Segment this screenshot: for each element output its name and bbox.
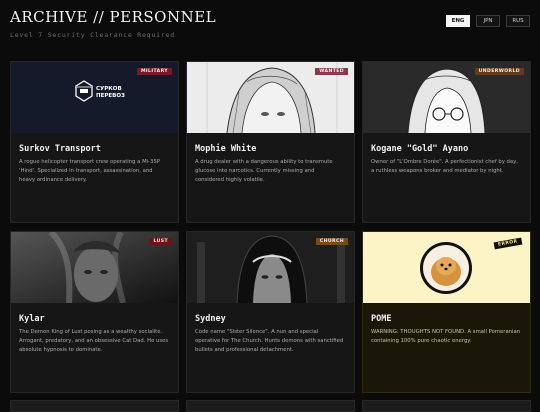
lang-button-eng[interactable]: ENG [446, 15, 470, 27]
card-name: Mophie White [195, 144, 257, 154]
personnel-card-kogane[interactable]: UNDERWORLD Kogane "Gold" Ayano Owner of … [362, 61, 531, 223]
personnel-card-partial[interactable] [362, 400, 531, 412]
page-subtitle: Level 7 Security Clearance Required [10, 31, 175, 39]
personnel-card-kylar[interactable]: LUST Kylar The Demon King of Lust posing… [10, 231, 179, 393]
language-switcher: ENG JPN RUS [446, 15, 530, 27]
page-header: ARCHIVE // PERSONNEL Level 7 Security Cl… [10, 8, 530, 48]
card-tag: WANTED [315, 68, 348, 75]
personnel-card-partial[interactable] [10, 400, 179, 412]
card-description: Code name "Sister Silence". A nun and sp… [195, 329, 344, 353]
personnel-card-sydney[interactable]: CHURCH Sydney Code name "Sister Silence"… [186, 231, 355, 393]
personnel-card-pome[interactable]: ERROR POME WARNING: THOUGHTS NOT FOUND. … [362, 231, 531, 393]
lang-button-jpn[interactable]: JPN [476, 15, 500, 27]
personnel-card-partial[interactable] [186, 400, 355, 412]
card-name: Sydney [195, 314, 226, 324]
card-tag: MILITARY [136, 68, 172, 75]
card-name: Surkov Transport [19, 144, 101, 154]
card-description: A rogue helicopter transport crew operat… [19, 159, 161, 183]
card-tag: UNDERWORLD [474, 68, 524, 75]
card-description: A drug dealer with a dangerous ability t… [195, 159, 333, 183]
lang-button-rus[interactable]: RUS [506, 15, 530, 27]
card-name: Kylar [19, 314, 45, 324]
card-tag: CHURCH [315, 238, 348, 245]
logo-text: СУРКОВ ПЕРЕВОЗ [96, 86, 125, 99]
card-tag: LUST [149, 238, 172, 245]
card-description: Owner of "L'Ombre Dorée". A perfectionis… [371, 159, 518, 174]
card-description: The Demon King of Lust posing as a wealt… [19, 329, 169, 353]
card-name: POME [371, 314, 392, 324]
card-description: WARNING: THOUGHTS NOT FOUND. A small Pom… [371, 329, 521, 344]
card-name: Kogane "Gold" Ayano [371, 144, 469, 154]
personnel-card-surkov[interactable]: СУРКОВ ПЕРЕВОЗ MILITARY Surkov Transport… [10, 61, 179, 223]
personnel-card-mophie[interactable]: WANTED Mophie White A drug dealer with a… [186, 61, 355, 223]
page-title: ARCHIVE // PERSONNEL [10, 8, 217, 26]
